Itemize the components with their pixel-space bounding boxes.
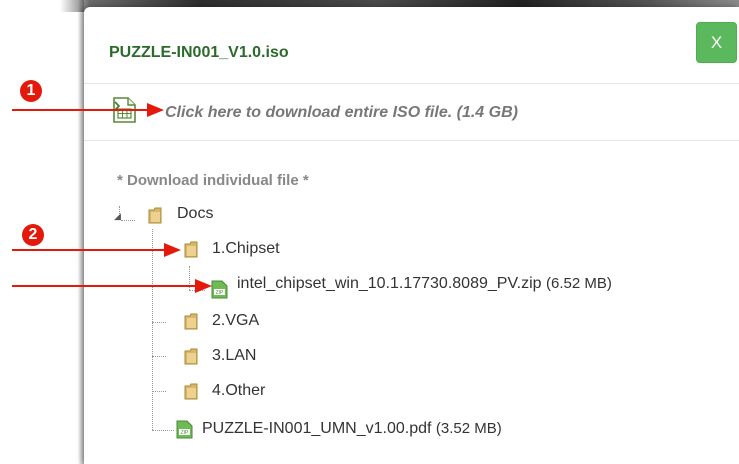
arrow-2-head (164, 243, 181, 257)
arrow-1-head (147, 103, 164, 117)
annotation-badge-1: 1 (20, 80, 42, 102)
arrow-3-head (195, 279, 212, 293)
annotation-badge-2: 2 (22, 224, 44, 246)
annotation-arrows (12, 103, 212, 293)
